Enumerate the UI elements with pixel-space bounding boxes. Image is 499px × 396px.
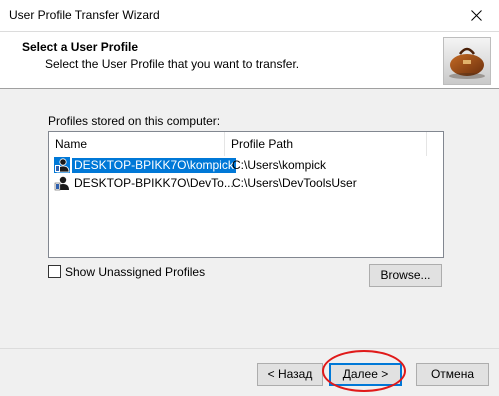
close-button[interactable]	[453, 0, 499, 31]
bag-image	[443, 37, 491, 85]
column-header-name[interactable]: Name	[49, 132, 225, 156]
show-unassigned-checkbox[interactable]	[48, 265, 61, 278]
profile-path: C:\Users\kompick	[232, 158, 327, 172]
profiles-list[interactable]: Name Profile Path DESKTOP-BPIKK7O\kompic…	[48, 131, 444, 258]
profile-path: C:\Users\DevToolsUser	[232, 176, 357, 190]
close-icon	[470, 10, 482, 21]
column-header-path[interactable]: Profile Path	[225, 132, 427, 156]
next-button[interactable]: Далее >	[329, 363, 402, 386]
user-profile-icon	[54, 176, 69, 191]
list-header: Name Profile Path	[49, 132, 443, 156]
show-unassigned-label[interactable]: Show Unassigned Profiles	[65, 265, 205, 279]
profiles-group-label: Profiles stored on this computer:	[48, 114, 221, 128]
page-subtitle: Select the User Profile that you want to…	[45, 57, 300, 71]
title-bar: User Profile Transfer Wizard	[0, 0, 499, 32]
window-title: User Profile Transfer Wizard	[9, 8, 160, 22]
list-item[interactable]: DESKTOP-BPIKK7O\kompick C:\Users\kompick	[49, 157, 443, 174]
user-profile-icon	[54, 157, 70, 173]
footer-divider	[0, 348, 499, 349]
back-button[interactable]: < Назад	[257, 363, 323, 386]
page-title: Select a User Profile	[22, 40, 139, 54]
profile-name: DESKTOP-BPIKK7O\DevTo...	[74, 176, 234, 190]
wizard-header: Select a User Profile Select the User Pr…	[0, 32, 499, 89]
profile-name: DESKTOP-BPIKK7O\kompick	[72, 158, 236, 173]
cancel-button[interactable]: Отмена	[416, 363, 489, 386]
list-item[interactable]: DESKTOP-BPIKK7O\DevTo... C:\Users\DevToo…	[49, 175, 443, 192]
browse-button[interactable]: Browse...	[369, 264, 442, 287]
